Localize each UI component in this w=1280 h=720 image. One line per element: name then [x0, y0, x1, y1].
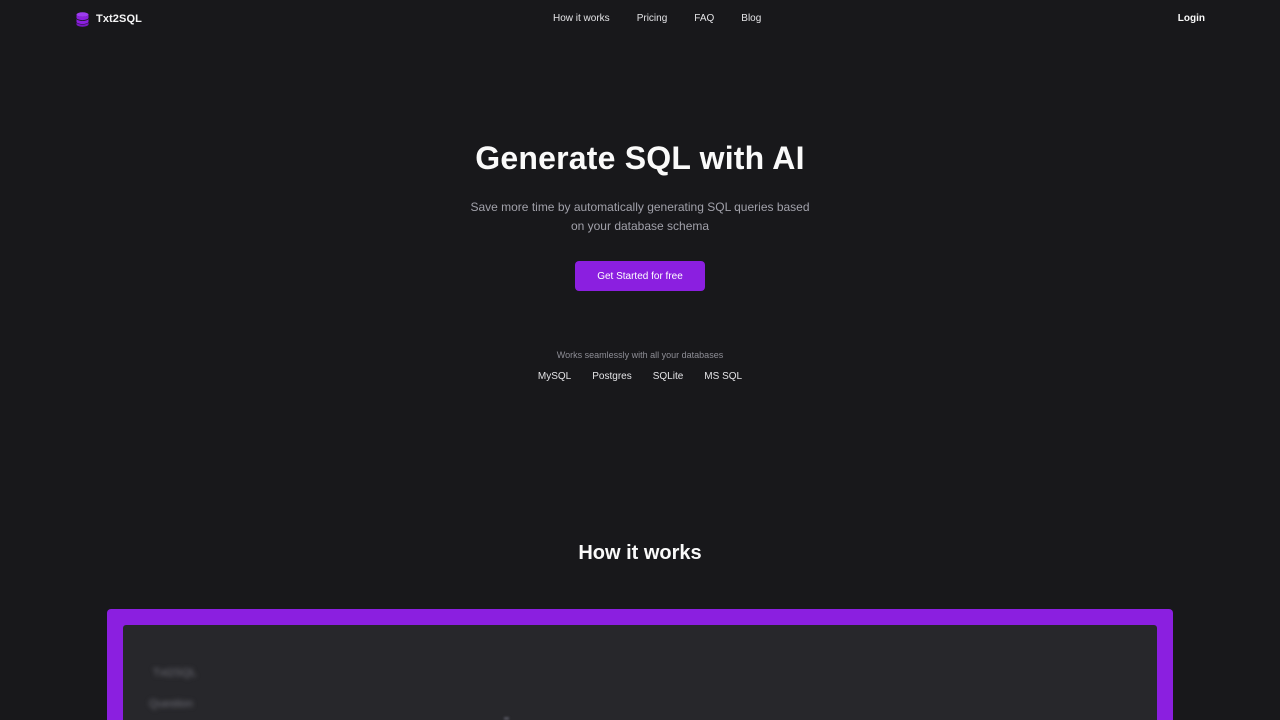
login-link[interactable]: Login: [1178, 12, 1205, 25]
database-item-ms-sql: MS SQL: [704, 371, 743, 382]
nav-link-blog[interactable]: Blog: [741, 12, 761, 25]
databases-caption: Works seamlessly with all your databases: [556, 350, 724, 360]
main-nav: How it works Pricing FAQ Blog: [553, 12, 761, 25]
demo-frame: Txt2SQL Question: [107, 609, 1173, 720]
hero-title: Generate SQL with AI: [475, 140, 805, 176]
brand-logo-link[interactable]: Txt2SQL: [76, 11, 142, 27]
brand-name: Txt2SQL: [96, 13, 142, 25]
how-it-works-title: How it works: [578, 542, 702, 564]
get-started-button[interactable]: Get Started for free: [575, 261, 705, 291]
nav-link-how-it-works[interactable]: How it works: [553, 12, 610, 25]
demo-panel: Txt2SQL Question: [123, 625, 1157, 720]
demo-blurred-text: Txt2SQL: [153, 667, 197, 679]
hero-subtitle: Save more time by automatically generati…: [470, 200, 810, 233]
database-list: MySQL Postgres SQLite MS SQL: [0, 371, 1280, 382]
site-header: Txt2SQL How it works Pricing FAQ Blog Lo…: [0, 0, 1280, 38]
database-item-sqlite: SQLite: [652, 371, 684, 382]
nav-link-faq[interactable]: FAQ: [694, 12, 714, 25]
demo-blurred-text: Question: [149, 698, 194, 710]
database-item-postgres: Postgres: [592, 371, 632, 382]
nav-link-pricing[interactable]: Pricing: [637, 12, 668, 25]
database-item-mysql: MySQL: [537, 371, 572, 382]
database-icon: [76, 11, 89, 27]
